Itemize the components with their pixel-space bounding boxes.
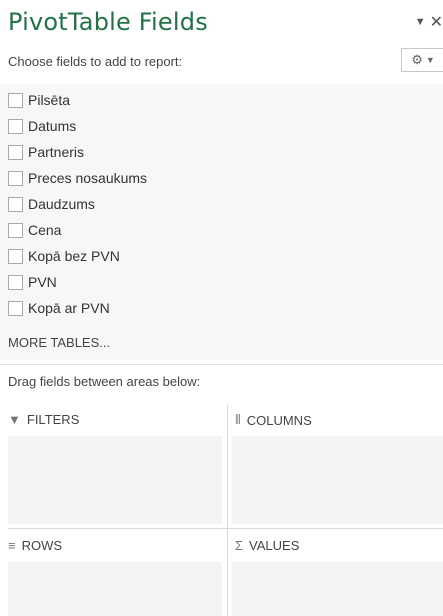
field-item-cena[interactable]: Cena [8, 220, 61, 240]
field-list: Pilsēta Datums Partneris Preces nosaukum… [0, 84, 443, 360]
rows-label: ROWS [21, 538, 63, 553]
columns-icon: ⦀ [235, 412, 241, 427]
area-divider [8, 528, 443, 529]
field-item-pvn[interactable]: PVN [8, 272, 57, 292]
values-header: Σ VALUES [235, 538, 299, 553]
field-label: Pilsēta [28, 92, 71, 108]
field-item-datums[interactable]: Datums [8, 116, 76, 136]
filters-drop-area[interactable] [8, 436, 222, 524]
field-checkbox[interactable] [8, 248, 23, 264]
field-item-daudzums[interactable]: Daudzums [8, 194, 95, 214]
field-item-preces-nosaukums[interactable]: Preces nosaukums [8, 168, 147, 188]
values-drop-area[interactable] [232, 562, 443, 616]
divider [0, 364, 443, 365]
field-label: Partneris [28, 144, 85, 160]
field-checkbox[interactable] [8, 118, 23, 134]
field-checkbox[interactable] [8, 92, 23, 108]
close-icon[interactable]: ✕ [430, 12, 443, 32]
tools-button[interactable]: ⚙ ▼ [401, 48, 443, 72]
values-label: VALUES [249, 538, 300, 553]
field-label: Preces nosaukums [28, 170, 148, 186]
field-label: Datums [28, 118, 77, 134]
field-checkbox[interactable] [8, 170, 23, 186]
field-label: Kopā ar PVN [28, 300, 110, 316]
more-tables-link[interactable]: MORE TABLES... [8, 335, 110, 350]
field-checkbox[interactable] [8, 300, 23, 316]
field-checkbox[interactable] [8, 274, 23, 290]
field-item-partneris[interactable]: Partneris [8, 142, 84, 162]
filters-header: ▼ FILTERS [8, 412, 79, 427]
rows-drop-area[interactable] [8, 562, 222, 616]
drag-hint-label: Drag fields between areas below: [8, 374, 201, 389]
field-label: PVN [28, 274, 57, 290]
sigma-icon: Σ [235, 538, 244, 553]
field-item-kopa-bez-pvn[interactable]: Kopā bez PVN [8, 246, 120, 266]
field-label: Cena [28, 222, 62, 238]
filter-icon: ▼ [8, 412, 21, 427]
chevron-down-icon: ▼ [425, 55, 435, 65]
task-pane-options-icon[interactable]: ▼ [415, 16, 426, 28]
rows-icon: ≡ [8, 538, 16, 553]
field-checkbox[interactable] [8, 144, 23, 160]
choose-fields-label: Choose fields to add to report: [8, 54, 183, 69]
area-column-divider [227, 405, 228, 616]
columns-label: COLUMNS [246, 412, 312, 428]
title-controls: ▼ ✕ [415, 12, 443, 32]
panel-title: PivotTable Fields [8, 8, 208, 36]
field-checkbox[interactable] [8, 222, 23, 238]
field-item-pilseta[interactable]: Pilsēta [8, 90, 70, 110]
field-label: Kopā bez PVN [28, 248, 120, 264]
columns-drop-area[interactable] [232, 436, 443, 524]
filters-label: FILTERS [26, 412, 80, 427]
field-checkbox[interactable] [8, 196, 23, 212]
rows-header: ≡ ROWS [8, 538, 62, 553]
gear-icon: ⚙ [411, 52, 423, 67]
field-item-kopa-ar-pvn[interactable]: Kopā ar PVN [8, 298, 110, 318]
columns-header: ⦀ COLUMNS [235, 412, 312, 428]
field-label: Daudzums [28, 196, 95, 212]
